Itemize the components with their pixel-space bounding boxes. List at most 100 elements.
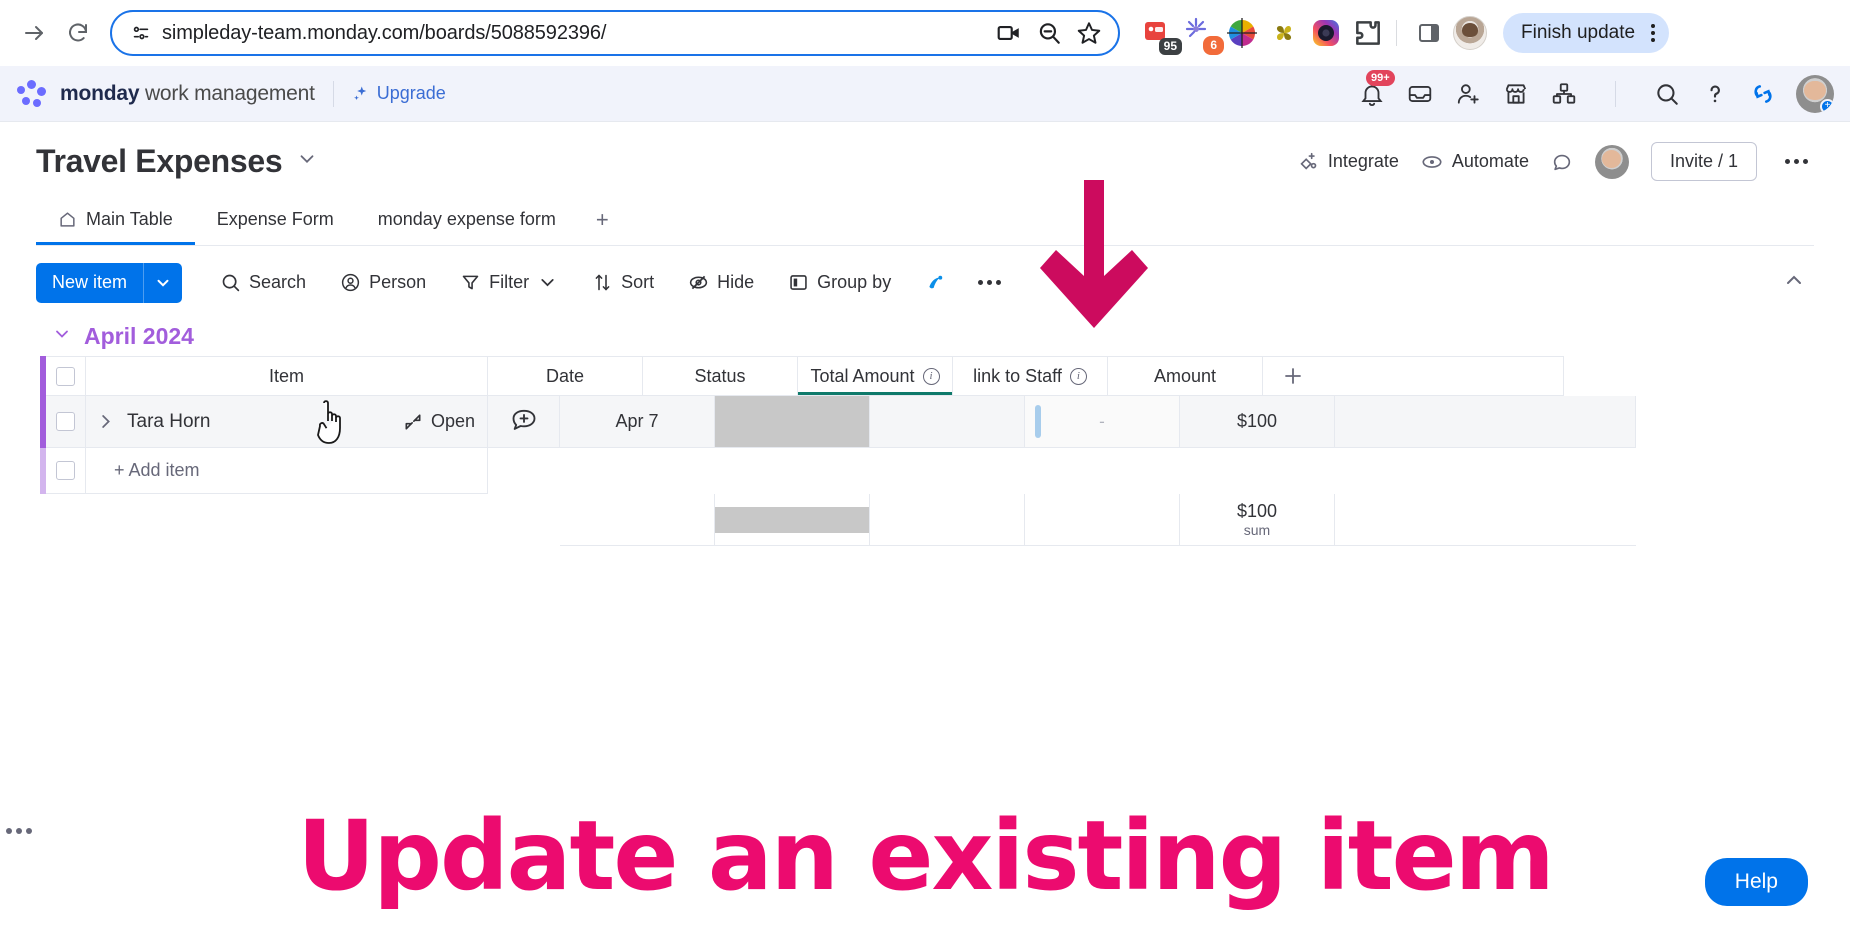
open-label: Open xyxy=(430,411,475,431)
browser-menu-icon[interactable] xyxy=(1645,24,1661,42)
row-select-cell[interactable] xyxy=(46,396,86,448)
expand-subitems-chevron-right-icon[interactable] xyxy=(96,412,115,431)
summary-total-cell xyxy=(870,494,1025,546)
search-button[interactable]: Search xyxy=(208,265,318,300)
board-power-ups-button[interactable] xyxy=(913,265,958,300)
bell-icon[interactable]: 99+ xyxy=(1357,69,1395,109)
reload-icon[interactable] xyxy=(58,13,98,53)
board-member-avatar[interactable] xyxy=(1594,144,1629,179)
cell-total-amount[interactable] xyxy=(870,396,1025,448)
group-collapse-chevron-down-icon[interactable] xyxy=(52,324,72,349)
column-header-status-label: Status xyxy=(694,365,746,386)
board-updates-button[interactable] xyxy=(1551,151,1573,173)
filter-button[interactable]: Filter xyxy=(448,265,570,300)
search-icon[interactable] xyxy=(1652,79,1682,109)
puzzle-extensions-icon[interactable] xyxy=(1352,17,1384,49)
group-by-button[interactable]: Group by xyxy=(776,265,903,300)
monday-logo[interactable]: monday work management xyxy=(16,78,315,110)
total-amount-info-icon[interactable]: i xyxy=(922,367,940,385)
new-item-chevron-down-icon[interactable] xyxy=(144,263,182,303)
instagram-extension[interactable] xyxy=(1310,17,1342,49)
column-header-link-to-staff[interactable]: link to Staff i xyxy=(953,356,1108,396)
cell-date[interactable]: Apr 7 xyxy=(560,396,715,448)
color-wheel-extension[interactable] xyxy=(1226,17,1258,49)
new-item-button[interactable]: New item xyxy=(36,262,183,303)
collapse-toolbar-chevron-up-icon[interactable] xyxy=(1774,260,1814,305)
select-all-checkbox[interactable] xyxy=(56,366,75,386)
sort-button[interactable]: Sort xyxy=(580,265,666,300)
column-header-item[interactable]: Item xyxy=(86,356,488,396)
add-item-row[interactable]: + Add item xyxy=(40,448,1558,494)
hide-button[interactable]: Hide xyxy=(676,265,766,300)
person-filter-button[interactable]: Person xyxy=(328,265,438,300)
cell-link-to-staff[interactable]: - xyxy=(1025,396,1180,448)
table-summary-row: $100 sum xyxy=(40,494,1636,546)
row-updates-button[interactable] xyxy=(488,396,560,448)
search-label: Search xyxy=(249,272,307,292)
cell-item-name[interactable]: Tara Horn Open xyxy=(86,396,488,448)
summary-amount-label: sum xyxy=(1243,521,1271,538)
star-icon[interactable] xyxy=(1074,18,1104,48)
add-column-button[interactable] xyxy=(1263,356,1564,396)
help-icon[interactable] xyxy=(1700,79,1730,109)
filter-chevron-down-icon[interactable] xyxy=(537,272,558,293)
add-tab-button[interactable]: + xyxy=(578,197,627,245)
invite-person-icon[interactable] xyxy=(1453,79,1483,109)
row-checkbox[interactable] xyxy=(56,412,75,431)
summary-amount-cell: $100 sum xyxy=(1180,494,1335,546)
upgrade-button[interactable]: Upgrade xyxy=(352,83,446,104)
automate-icon xyxy=(1422,155,1442,168)
summary-select-spacer xyxy=(46,494,86,546)
finish-update-button[interactable]: Finish update xyxy=(1503,13,1670,53)
link-to-staff-info-icon[interactable]: i xyxy=(1069,367,1087,385)
tab-monday-expense-form-label: monday expense form xyxy=(377,209,556,229)
integrate-button[interactable]: Integrate xyxy=(1297,151,1399,173)
grammarly-badge: 6 xyxy=(1203,36,1224,55)
topbar-actions: 99+ + xyxy=(1357,69,1834,113)
side-panel-icon[interactable] xyxy=(1409,13,1449,53)
board-table: Item Date Status Total Amount i link to … xyxy=(0,356,1850,834)
invite-button[interactable]: Invite / 1 xyxy=(1650,142,1757,181)
address-bar[interactable]: simpleday-team.monday.com/boards/5088592… xyxy=(110,10,1120,56)
board-menu-chevron-down-icon[interactable] xyxy=(296,148,318,175)
table-row[interactable]: Tara Horn Open Apr 7 - $100 xyxy=(40,396,1636,448)
automate-button[interactable]: Automate xyxy=(1421,151,1529,173)
user-avatar[interactable]: + xyxy=(1796,74,1834,113)
zoom-out-icon[interactable] xyxy=(1034,18,1064,48)
toolbar-more-options-icon[interactable] xyxy=(968,270,1011,295)
tab-monday-expense-form[interactable]: monday expense form xyxy=(356,199,578,245)
cell-empty-trailing xyxy=(1335,396,1636,448)
person-icon xyxy=(341,273,360,292)
tab-main-table[interactable]: Main Table xyxy=(36,199,195,245)
column-header-amount[interactable]: Amount xyxy=(1108,356,1263,396)
cell-status[interactable] xyxy=(715,396,870,448)
tab-expense-form[interactable]: Expense Form xyxy=(195,199,356,245)
group-title: April 2024 xyxy=(84,323,194,349)
column-header-date[interactable]: Date xyxy=(488,356,643,396)
video-camera-icon[interactable] xyxy=(994,18,1024,48)
inbox-icon[interactable] xyxy=(1405,79,1435,109)
summary-item-spacer xyxy=(86,494,488,546)
pocket-badge: 95 xyxy=(1158,38,1182,55)
marketplace-icon[interactable] xyxy=(1501,79,1531,109)
select-all-cell[interactable] xyxy=(46,356,86,396)
forward-arrow-icon[interactable] xyxy=(14,13,54,53)
site-settings-icon[interactable] xyxy=(130,22,152,44)
apps-icon[interactable] xyxy=(1549,79,1579,109)
sort-label: Sort xyxy=(621,272,655,292)
column-header-total-amount[interactable]: Total Amount i xyxy=(798,356,953,396)
swap-workspace-icon[interactable] xyxy=(1748,79,1778,109)
help-button[interactable]: Help xyxy=(1704,858,1808,906)
pinwheel-extension[interactable] xyxy=(1268,17,1300,49)
group-by-icon xyxy=(790,275,807,290)
board-more-options-icon[interactable] xyxy=(1779,153,1814,170)
add-item-button[interactable]: + Add item xyxy=(86,448,488,494)
open-item-button[interactable]: Open xyxy=(403,411,487,432)
cell-amount[interactable]: $100 xyxy=(1180,396,1335,448)
grammarly-extension[interactable]: 6 xyxy=(1184,17,1224,55)
board-toolbar: New item Search Person Filter Sort Hide … xyxy=(0,246,1850,315)
group-header[interactable]: April 2024 xyxy=(0,315,1850,356)
column-header-status[interactable]: Status xyxy=(643,356,798,396)
pocket-extension[interactable]: 95 xyxy=(1142,17,1182,55)
browser-profile-avatar[interactable] xyxy=(1453,16,1487,50)
